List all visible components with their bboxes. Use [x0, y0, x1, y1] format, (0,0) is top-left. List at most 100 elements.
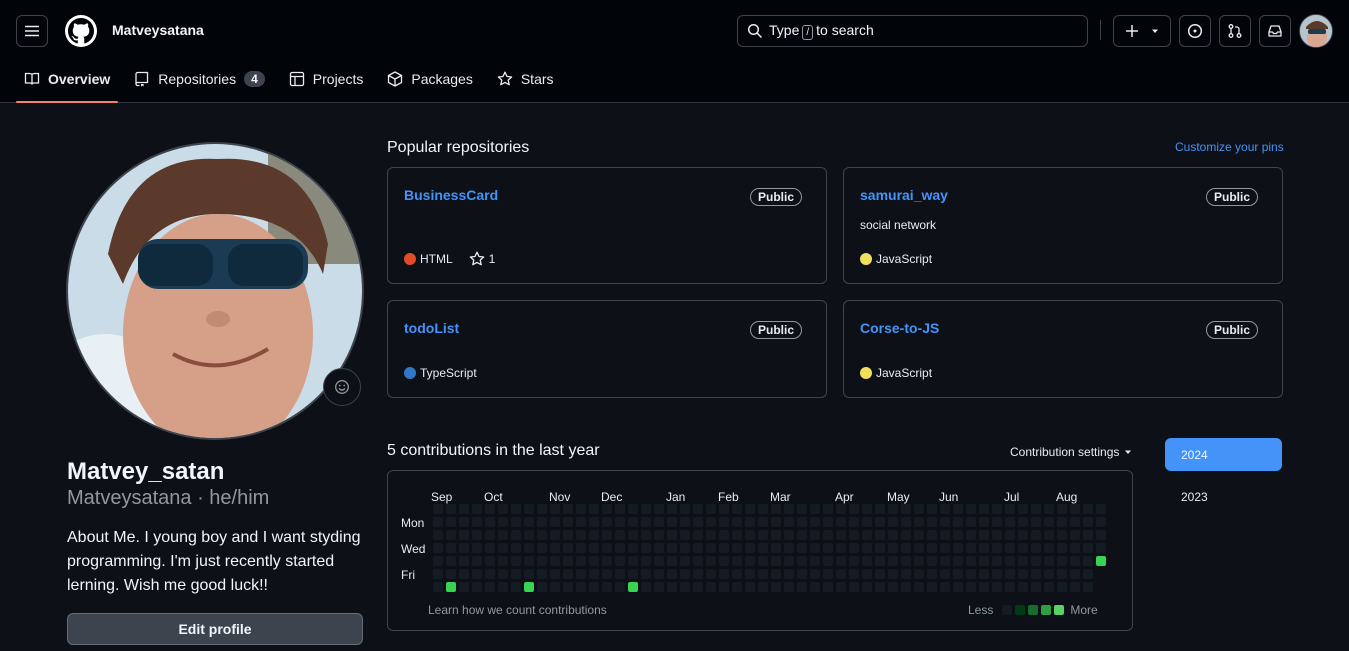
contribution-day[interactable]: [940, 556, 950, 566]
contribution-day[interactable]: [771, 556, 781, 566]
contribution-day[interactable]: [810, 504, 820, 514]
contribution-day[interactable]: [888, 569, 898, 579]
contribution-day[interactable]: [927, 556, 937, 566]
contribution-day[interactable]: [719, 582, 729, 592]
contribution-day[interactable]: [966, 543, 976, 553]
contribution-day[interactable]: [719, 543, 729, 553]
contribution-day[interactable]: [693, 504, 703, 514]
contribution-day[interactable]: [706, 556, 716, 566]
contribution-day[interactable]: [784, 543, 794, 553]
contribution-day[interactable]: [589, 504, 599, 514]
contribution-day[interactable]: [771, 517, 781, 527]
contribution-day[interactable]: [680, 556, 690, 566]
contribution-day[interactable]: [940, 582, 950, 592]
contribution-day[interactable]: [680, 569, 690, 579]
contribution-day[interactable]: [823, 569, 833, 579]
contribution-day[interactable]: [771, 569, 781, 579]
contribution-day[interactable]: [1031, 530, 1041, 540]
contribution-day[interactable]: [966, 504, 976, 514]
contribution-day[interactable]: [498, 582, 508, 592]
contribution-day[interactable]: [706, 517, 716, 527]
contribution-day[interactable]: [1070, 504, 1080, 514]
contribution-day[interactable]: [693, 530, 703, 540]
contribution-day[interactable]: [641, 582, 651, 592]
tab-projects[interactable]: Projects: [281, 62, 372, 96]
contribution-day[interactable]: [589, 530, 599, 540]
contribution-day[interactable]: [472, 556, 482, 566]
contribution-day[interactable]: [628, 556, 638, 566]
contribution-day[interactable]: [498, 504, 508, 514]
contribution-day[interactable]: [888, 517, 898, 527]
contribution-day[interactable]: [849, 517, 859, 527]
contribution-day[interactable]: [550, 517, 560, 527]
contribution-day[interactable]: [641, 569, 651, 579]
contribution-day[interactable]: [680, 504, 690, 514]
contribution-day[interactable]: [888, 582, 898, 592]
contribution-day[interactable]: [693, 582, 703, 592]
contribution-day[interactable]: [433, 569, 443, 579]
contribution-day[interactable]: [901, 504, 911, 514]
contribution-day[interactable]: [550, 556, 560, 566]
contribution-day[interactable]: [1018, 517, 1028, 527]
repo-name-link[interactable]: BusinessCard: [404, 187, 498, 203]
contribution-day[interactable]: [498, 569, 508, 579]
contribution-day[interactable]: [628, 543, 638, 553]
contribution-day[interactable]: [849, 582, 859, 592]
contribution-day[interactable]: [862, 504, 872, 514]
contribution-day[interactable]: [1083, 517, 1093, 527]
contribution-day[interactable]: [602, 569, 612, 579]
contribution-day[interactable]: [914, 582, 924, 592]
contribution-day[interactable]: [1018, 582, 1028, 592]
contribution-day[interactable]: [667, 543, 677, 553]
contribution-day[interactable]: [524, 556, 534, 566]
contribution-day[interactable]: [914, 556, 924, 566]
contribution-day[interactable]: [862, 582, 872, 592]
contribution-day[interactable]: [797, 556, 807, 566]
contribution-day[interactable]: [875, 556, 885, 566]
contribution-day[interactable]: [459, 582, 469, 592]
contribution-day[interactable]: [1070, 517, 1080, 527]
contribution-day[interactable]: [563, 543, 573, 553]
contribution-day[interactable]: [615, 582, 625, 592]
contribution-day[interactable]: [680, 530, 690, 540]
contribution-day[interactable]: [797, 517, 807, 527]
contribution-day[interactable]: [628, 517, 638, 527]
contribution-day[interactable]: [472, 530, 482, 540]
create-new-button[interactable]: [1113, 15, 1171, 47]
contribution-day[interactable]: [563, 569, 573, 579]
contribution-day[interactable]: [784, 569, 794, 579]
contribution-day[interactable]: [628, 582, 638, 592]
contribution-day[interactable]: [797, 582, 807, 592]
contribution-day[interactable]: [485, 504, 495, 514]
contribution-day[interactable]: [1057, 504, 1067, 514]
contribution-day[interactable]: [628, 569, 638, 579]
contribution-day[interactable]: [875, 530, 885, 540]
contribution-day[interactable]: [524, 517, 534, 527]
contribution-day[interactable]: [576, 569, 586, 579]
contribution-day[interactable]: [472, 582, 482, 592]
contribution-day[interactable]: [654, 582, 664, 592]
contribution-day[interactable]: [1005, 543, 1015, 553]
contribution-day[interactable]: [524, 569, 534, 579]
contribution-day[interactable]: [979, 543, 989, 553]
contribution-day[interactable]: [927, 569, 937, 579]
contribution-day[interactable]: [433, 517, 443, 527]
contribution-day[interactable]: [875, 569, 885, 579]
contribution-day[interactable]: [758, 582, 768, 592]
contribution-day[interactable]: [524, 582, 534, 592]
tab-stars[interactable]: Stars: [489, 62, 562, 96]
contribution-day[interactable]: [654, 517, 664, 527]
repo-stars-link[interactable]: 1: [469, 251, 495, 267]
contribution-day[interactable]: [784, 517, 794, 527]
contribution-day[interactable]: [563, 530, 573, 540]
contribution-day[interactable]: [472, 517, 482, 527]
contribution-day[interactable]: [823, 517, 833, 527]
contribution-day[interactable]: [966, 517, 976, 527]
header-username[interactable]: Matveysatana: [112, 22, 204, 38]
contribution-day[interactable]: [576, 582, 586, 592]
contribution-day[interactable]: [862, 543, 872, 553]
contribution-day[interactable]: [511, 504, 521, 514]
contribution-day[interactable]: [550, 569, 560, 579]
contribution-day[interactable]: [1070, 556, 1080, 566]
contribution-day[interactable]: [992, 569, 1002, 579]
